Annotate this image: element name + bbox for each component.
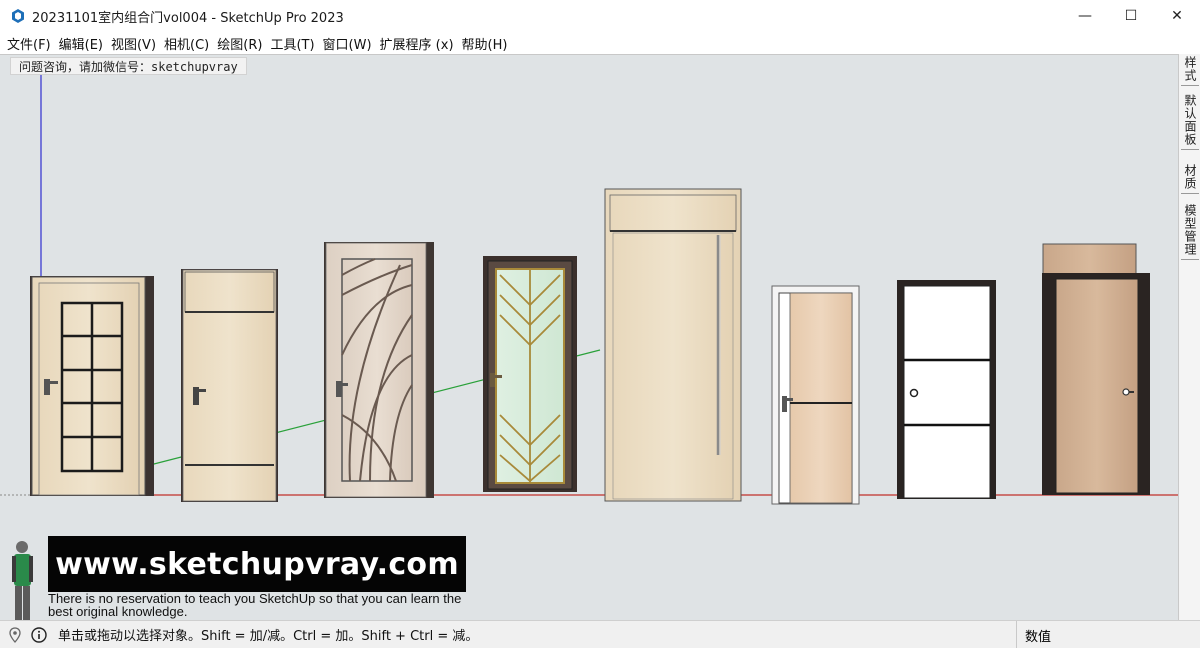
- menu-window[interactable]: 窗口(W): [320, 34, 375, 53]
- status-message: 单击或拖动以选择对象。Shift = 加/减。Ctrl = 加。Shift + …: [58, 629, 479, 644]
- door-3[interactable]: [324, 242, 434, 498]
- door-8[interactable]: [1042, 243, 1150, 495]
- watermark-tagline: There is no reservation to teach you Ske…: [48, 591, 462, 619]
- scale-figure: [12, 541, 33, 620]
- door-2[interactable]: [181, 269, 278, 502]
- menu-extensions[interactable]: 扩展程序 (x): [377, 34, 457, 53]
- menu-draw[interactable]: 绘图(R): [214, 34, 265, 53]
- menu-bar: 文件(F) 编辑(E) 视图(V) 相机(C) 绘图(R) 工具(T) 窗口(W…: [0, 32, 1200, 54]
- watermark-banner: www.sketchupvray.com: [48, 536, 466, 592]
- tray-tab-model-manager[interactable]: 模型管理: [1181, 204, 1199, 260]
- door-5[interactable]: [604, 188, 742, 502]
- menu-camera[interactable]: 相机(C): [161, 34, 212, 53]
- watermark-url: www.sketchupvray.com: [55, 546, 459, 582]
- tray-tab-materials[interactable]: 材质: [1181, 164, 1199, 194]
- door-1[interactable]: [30, 276, 154, 496]
- door-6[interactable]: [771, 285, 860, 505]
- menu-edit[interactable]: 编辑(E): [56, 34, 106, 53]
- maximize-button[interactable]: ☐: [1108, 0, 1154, 32]
- hint-banner: 问题咨询，请加微信号：sketchupvray: [10, 57, 247, 75]
- geo-location-icon[interactable]: [6, 626, 24, 644]
- title-bar: 20231101室内组合门vol004 - SketchUp Pro 2023 …: [0, 0, 1200, 32]
- status-bar: 单击或拖动以选择对象。Shift = 加/减。Ctrl = 加。Shift + …: [0, 620, 1200, 648]
- menu-help[interactable]: 帮助(H): [459, 34, 511, 53]
- default-tray: 样式 默认面板 材质 模型管理: [1178, 54, 1200, 620]
- menu-file[interactable]: 文件(F): [4, 34, 54, 53]
- close-button[interactable]: ✕: [1154, 0, 1200, 32]
- info-icon[interactable]: [30, 626, 48, 644]
- door-4[interactable]: [483, 256, 577, 492]
- measurements-label: 数值: [1016, 621, 1051, 648]
- minimize-button[interactable]: —: [1062, 0, 1108, 32]
- door-7[interactable]: [897, 280, 996, 499]
- tray-tab-default-panel[interactable]: 默认面板: [1181, 94, 1199, 150]
- sketchup-logo-icon: [12, 9, 24, 23]
- tray-tab-styles[interactable]: 样式: [1181, 56, 1199, 86]
- menu-view[interactable]: 视图(V): [108, 34, 159, 53]
- menu-tools[interactable]: 工具(T): [267, 34, 317, 53]
- window-title: 20231101室内组合门vol004 - SketchUp Pro 2023: [32, 10, 344, 26]
- measurements-input[interactable]: [1064, 624, 1194, 646]
